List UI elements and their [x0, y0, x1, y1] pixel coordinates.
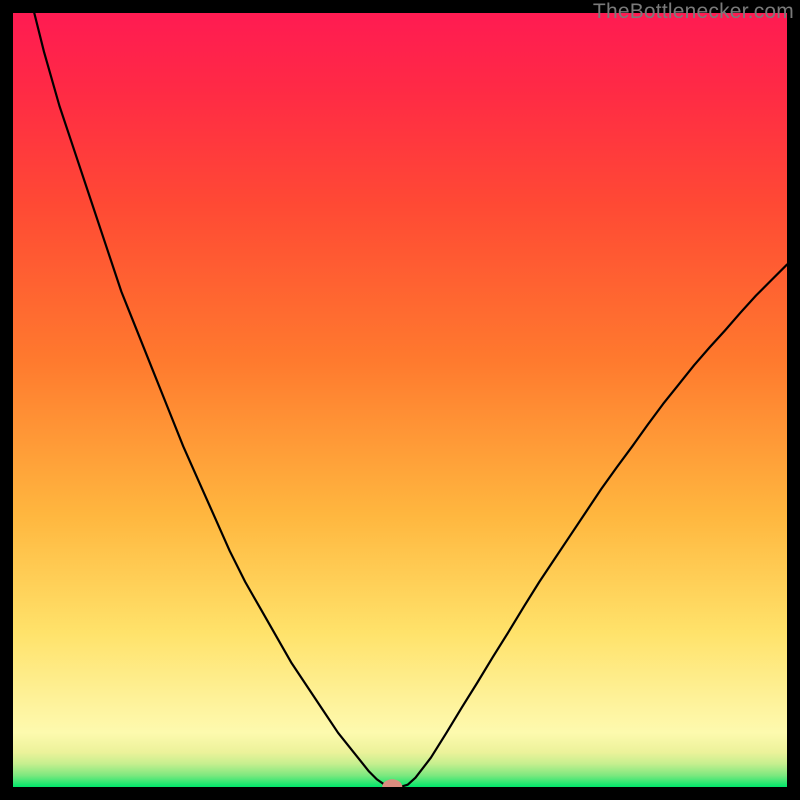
- bottleneck-chart: [13, 13, 787, 787]
- watermark-text: TheBottlenecker.com: [593, 0, 794, 24]
- chart-background: [13, 13, 787, 787]
- chart-frame: [13, 13, 787, 787]
